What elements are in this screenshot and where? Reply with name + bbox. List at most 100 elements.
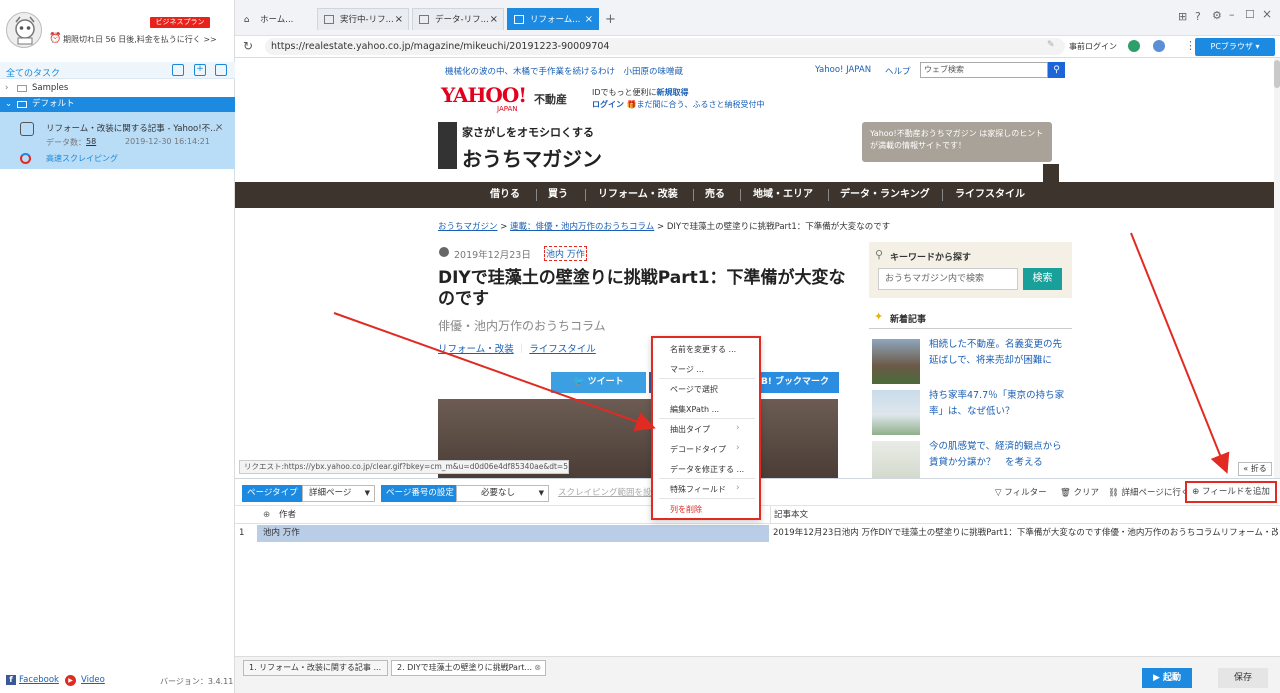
gift-icon[interactable]: ⊞ bbox=[1178, 10, 1187, 23]
nav-data[interactable]: データ・ランキング bbox=[840, 182, 930, 208]
window-close-icon[interactable]: × bbox=[1262, 7, 1272, 21]
reload-icon[interactable]: ↻ bbox=[243, 39, 253, 53]
menu-decode-type[interactable]: デコードタイプ bbox=[670, 444, 726, 455]
nav-reform[interactable]: リフォーム・改装 bbox=[598, 182, 678, 208]
news-thumbnail[interactable] bbox=[872, 390, 920, 435]
menu-special-field[interactable]: 特殊フィールド bbox=[670, 484, 726, 495]
news-link[interactable]: 今の肌感覚で、経済的観点から賃貸か分譲か？ を考える bbox=[929, 439, 1071, 471]
author-tag[interactable]: 池内 万作 bbox=[544, 246, 587, 261]
help-icon[interactable]: ? bbox=[1195, 10, 1201, 23]
close-icon[interactable]: ⊗ bbox=[534, 661, 541, 675]
maximize-icon[interactable]: ☐ bbox=[1245, 8, 1255, 21]
extension-icon[interactable] bbox=[1153, 40, 1165, 52]
nav-divider bbox=[942, 189, 943, 201]
category-link[interactable]: ライフスタイル bbox=[529, 344, 596, 355]
close-icon[interactable]: × bbox=[215, 122, 223, 133]
scrape-range-button[interactable]: スクレイピング範囲を設定 bbox=[558, 486, 660, 498]
brand-name[interactable]: おうちマガジン bbox=[462, 143, 602, 172]
scrollbar-thumb[interactable] bbox=[1274, 60, 1280, 88]
menu-delete-column[interactable]: 列を削除 bbox=[670, 504, 702, 515]
clear-button[interactable]: 🗑 クリア bbox=[1060, 486, 1099, 498]
launch-button[interactable]: ▶ 起動 bbox=[1142, 668, 1192, 688]
furusato-link[interactable]: まだ間に合う、ふるさと納税受付中 bbox=[637, 100, 765, 109]
minimize-icon[interactable]: – bbox=[1229, 8, 1235, 21]
all-tasks-label[interactable]: 全てのタスク bbox=[6, 66, 60, 79]
page-number-select[interactable]: 必要なし ▼ bbox=[456, 485, 549, 502]
breadcrumb-item[interactable]: 連載：俳優・池内万作のおうちコラム bbox=[510, 222, 654, 232]
news-thumbnail[interactable] bbox=[872, 441, 920, 478]
tree-item-default[interactable]: ⌄ デフォルト bbox=[0, 97, 235, 112]
nav-rent[interactable]: 借りる bbox=[490, 182, 520, 208]
detail-page-button[interactable]: ⛓ 詳細ページに行く bbox=[1108, 486, 1189, 498]
keyword-search-input[interactable]: おうちマガジン内で検索 bbox=[878, 268, 1018, 290]
export-icon[interactable] bbox=[215, 64, 227, 76]
yahoo-japan-link[interactable]: Yahoo! JAPAN bbox=[815, 65, 871, 75]
new-tab-button[interactable]: + bbox=[605, 12, 616, 27]
column-header-body[interactable]: 記事本文 bbox=[770, 506, 1280, 524]
nav-buy[interactable]: 買う bbox=[548, 182, 568, 208]
help-link[interactable]: ヘルプ bbox=[885, 65, 911, 77]
import-icon[interactable] bbox=[172, 64, 184, 76]
grid-cell-author[interactable]: 池内 万作 bbox=[257, 525, 769, 542]
tab-home[interactable]: ⌂ ホーム... bbox=[237, 8, 315, 30]
add-task-icon[interactable]: + bbox=[194, 64, 206, 76]
add-field-button[interactable]: ⊕ フィールドを追加 bbox=[1185, 481, 1277, 503]
settings-icon[interactable]: ⚙ bbox=[1212, 9, 1222, 22]
fold-button[interactable]: « 折る bbox=[1238, 462, 1272, 476]
grid-cell-body[interactable]: 2019年12月23日池内 万作DIYで珪藻土の壁塗りに挑戦Part1：下準備が… bbox=[773, 525, 1278, 542]
search-icon[interactable]: ⚲ bbox=[1048, 62, 1065, 78]
category-links: リフォーム・改装 ｜ ライフスタイル bbox=[438, 344, 596, 355]
breadcrumb-item[interactable]: おうちマガジン bbox=[438, 222, 498, 232]
top-notice-link[interactable]: 機械化の波の中、木桶で手作業を続けるわけ 小田原の味噌蔵 bbox=[445, 65, 683, 77]
close-icon[interactable]: × bbox=[585, 9, 593, 30]
facebook-icon[interactable]: f bbox=[6, 675, 16, 685]
extension-icon[interactable] bbox=[1128, 40, 1140, 52]
menu-merge[interactable]: マージ ... bbox=[670, 364, 704, 375]
menu-edit-xpath[interactable]: 編集XPath ... bbox=[670, 404, 719, 415]
video-link[interactable]: Video bbox=[81, 675, 105, 685]
tab-reform[interactable]: リフォーム... × bbox=[507, 8, 599, 30]
close-icon[interactable]: × bbox=[490, 9, 498, 30]
page-scrollbar[interactable] bbox=[1274, 58, 1280, 478]
nav-lifestyle[interactable]: ライフスタイル bbox=[955, 182, 1025, 208]
login-link[interactable]: ログイン bbox=[592, 100, 624, 109]
edit-icon[interactable]: ✎ bbox=[1047, 40, 1055, 50]
page-type-select[interactable]: 詳細ページ ▼ bbox=[302, 485, 375, 502]
step-tab-2[interactable]: 2. DIYで珪藻土の壁塗りに挑戦Part... ⊗ bbox=[391, 660, 546, 676]
register-link[interactable]: 新規取得 bbox=[657, 88, 689, 97]
plus-circle-icon: ⊕ bbox=[1192, 487, 1202, 497]
menu-extract-type[interactable]: 抽出タイプ bbox=[670, 424, 710, 435]
facebook-link[interactable]: Facebook bbox=[19, 675, 59, 685]
pc-browser-button[interactable]: PCブラウザ ▾ bbox=[1195, 38, 1275, 56]
tweet-button[interactable]: 🐦 ツイート bbox=[551, 372, 646, 393]
menu-modify-data[interactable]: データを修正する ... bbox=[670, 464, 744, 475]
avatar[interactable] bbox=[6, 12, 42, 48]
yahoo-logo[interactable]: YAHOO! bbox=[441, 83, 527, 107]
news-thumbnail[interactable] bbox=[872, 339, 920, 384]
keyword-search-button[interactable]: 検索 bbox=[1023, 268, 1062, 290]
news-link[interactable]: 相続した不動産。名義変更の先延ばしで、将来売却が困難に bbox=[929, 337, 1071, 369]
close-icon[interactable]: × bbox=[395, 9, 403, 30]
detail-label: 詳細ページに行く bbox=[1121, 488, 1190, 498]
news-link[interactable]: 持ち家率47.7％「東京の持ち家率」は、なぜ低い？ bbox=[929, 388, 1071, 420]
tree-item-samples[interactable]: › Samples bbox=[0, 81, 235, 96]
pre-login-button[interactable]: 事前ログイン bbox=[1069, 41, 1117, 52]
expiry-notice[interactable]: 期限切れ日 56 日後,料金を払うに行く >> bbox=[63, 34, 217, 45]
task-item[interactable]: リフォーム・改装に関する記事 - Yahoo!不... × データ数： 58 2… bbox=[0, 112, 235, 169]
brand-tagline: 家さがしをオモシロくする bbox=[462, 126, 594, 139]
tab-data[interactable]: データ-リフ... × bbox=[412, 8, 504, 30]
web-search-input[interactable]: ウェブ検索 bbox=[920, 62, 1048, 78]
bookmark-button[interactable]: B! ブックマーク bbox=[751, 372, 839, 393]
nav-area[interactable]: 地域・エリア bbox=[753, 182, 813, 208]
save-button[interactable]: 保存 bbox=[1218, 668, 1268, 688]
video-icon[interactable]: ▶ bbox=[65, 675, 76, 686]
step-tab-label: 2. DIYで珪藻土の壁塗りに挑戦Part... bbox=[397, 663, 533, 672]
category-link[interactable]: リフォーム・改装 bbox=[438, 344, 514, 355]
url-input[interactable]: https://realestate.yahoo.co.jp/magazine/… bbox=[265, 38, 1065, 55]
nav-sell[interactable]: 売る bbox=[705, 182, 725, 208]
menu-rename[interactable]: 名前を変更する ... bbox=[670, 344, 736, 355]
data-count[interactable]: 58 bbox=[86, 137, 96, 146]
step-tab-1[interactable]: 1. リフォーム・改装に関する記事 ... bbox=[243, 660, 388, 676]
menu-select-on-page[interactable]: ページで選択 bbox=[670, 384, 718, 395]
tab-running[interactable]: 実行中-リフ... × bbox=[317, 8, 409, 30]
